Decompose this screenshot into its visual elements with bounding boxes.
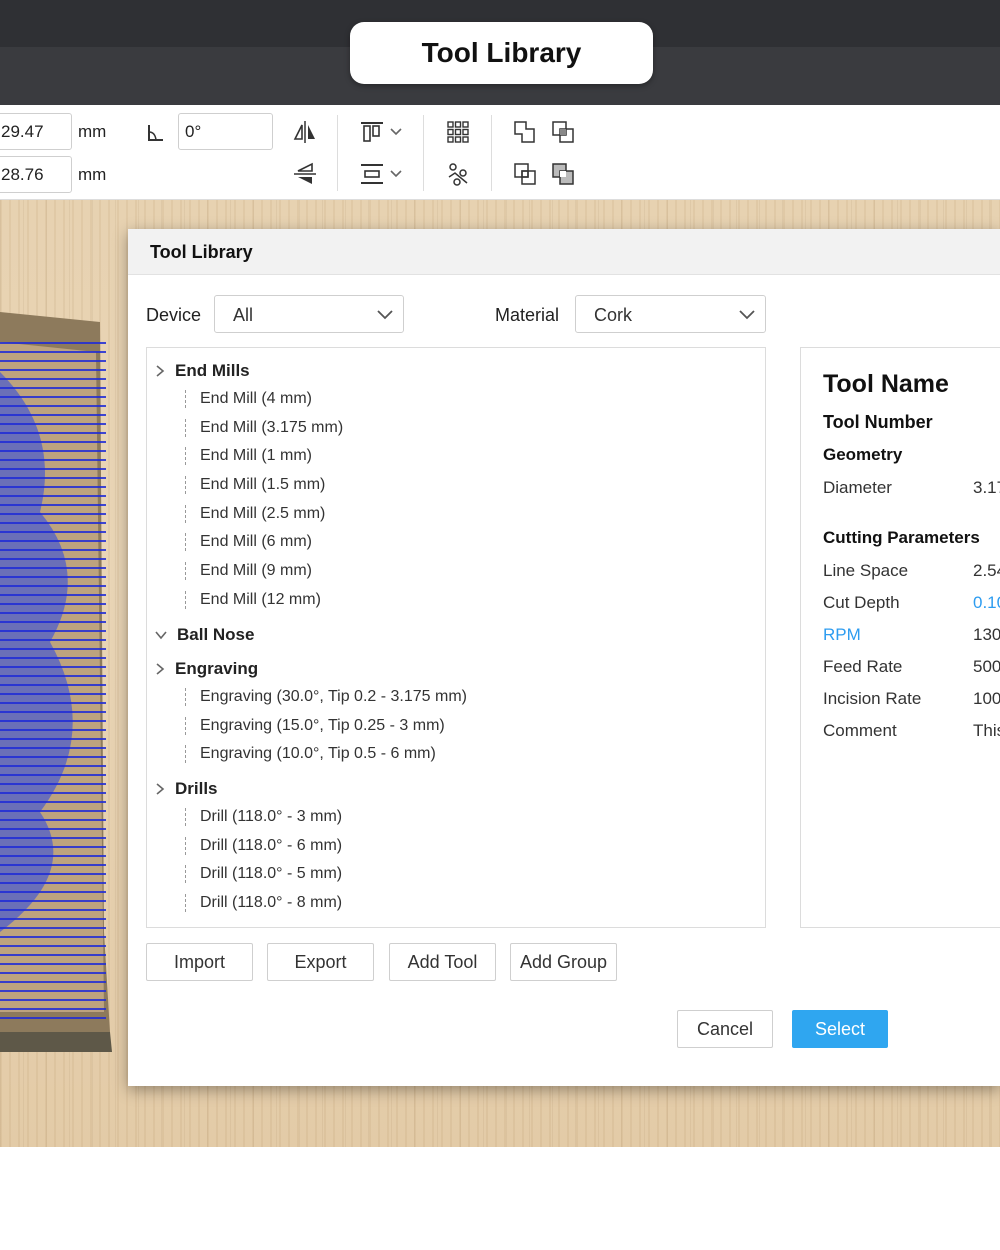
select-button[interactable]: Select — [792, 1010, 888, 1048]
toolpath-preview — [0, 312, 112, 1052]
tree-item[interactable]: End Mill (1.5 mm) — [185, 476, 325, 494]
tree-item[interactable]: End Mill (2.5 mm) — [185, 505, 325, 523]
chevron-right-icon — [156, 663, 165, 675]
line-space-value: 2.54 — [973, 561, 1000, 580]
chevron-down-icon — [377, 310, 393, 320]
flip-horizontal-icon[interactable] — [292, 119, 318, 145]
rotation-angle-input[interactable]: 0° — [178, 113, 273, 150]
union-icon[interactable] — [512, 119, 538, 145]
tree-item[interactable]: End Mill (9 mm) — [185, 562, 312, 580]
tree-group-ball-nose[interactable]: Ball Nose — [155, 625, 254, 645]
comment-label: Comment — [823, 721, 897, 740]
material-select[interactable]: Cork — [575, 295, 766, 333]
dialog-header: Tool Library — [128, 229, 1000, 275]
feed-rate-label: Feed Rate — [823, 657, 903, 676]
add-tool-button[interactable]: Add Tool — [389, 943, 496, 981]
tree-item[interactable]: Engraving (30.0°, Tip 0.2 - 3.175 mm) — [185, 688, 467, 706]
y-position-input[interactable]: 28.76 — [0, 156, 72, 193]
chevron-down-icon — [155, 631, 167, 640]
chevron-down-icon[interactable] — [390, 127, 402, 137]
material-select-value: Cork — [594, 305, 633, 325]
device-select-value: All — [233, 305, 254, 325]
tool-library-dialog: Tool Library Device All Material Cork En… — [128, 229, 1000, 1086]
tree-item[interactable]: End Mill (6 mm) — [185, 533, 312, 551]
incision-rate-value: 100 — [973, 689, 1000, 708]
cancel-button[interactable]: Cancel — [677, 1010, 773, 1048]
tree-item[interactable]: End Mill (12 mm) — [185, 591, 321, 609]
flip-vertical-icon[interactable] — [292, 161, 318, 187]
tree-item[interactable]: Engraving (15.0°, Tip 0.25 - 3 mm) — [185, 717, 445, 735]
tree-group-drills[interactable]: Drills — [155, 779, 218, 799]
tree-item[interactable]: Drill (118.0° - 8 mm) — [185, 894, 342, 912]
tool-number-heading: Tool Number — [823, 412, 933, 432]
tool-tree: End Mills End Mill (4 mm) End Mill (3.17… — [146, 347, 766, 928]
toolbar-separator — [423, 115, 424, 191]
import-button[interactable]: Import — [146, 943, 253, 981]
rpm-label[interactable]: RPM — [823, 625, 861, 645]
cut-depth-label: Cut Depth — [823, 593, 900, 612]
cutting-parameters-heading: Cutting Parameters — [823, 528, 980, 547]
tree-group-engraving[interactable]: Engraving — [155, 659, 258, 679]
tree-item[interactable]: End Mill (4 mm) — [185, 390, 312, 408]
angle-icon — [148, 125, 163, 141]
tree-group-end-mills[interactable]: End Mills — [155, 361, 250, 381]
cut-depth-value[interactable]: 0.10 — [973, 593, 1000, 613]
device-label: Device — [146, 305, 202, 325]
intersect-icon[interactable] — [512, 161, 538, 187]
comment-value: This — [973, 721, 1000, 740]
chevron-right-icon — [156, 365, 165, 377]
scatter-nodes-icon[interactable] — [445, 161, 471, 187]
material-label: Material — [495, 305, 560, 325]
device-select[interactable]: All — [214, 295, 404, 333]
toolbar-separator — [337, 115, 338, 191]
chevron-down-icon[interactable] — [390, 169, 402, 179]
rpm-value: 130 — [973, 625, 1000, 644]
tree-item[interactable]: Drill (118.0° - 3 mm) — [185, 808, 342, 826]
incision-rate-label: Incision Rate — [823, 689, 922, 708]
dialog-title: Tool Library — [150, 242, 253, 262]
app-header: Tool Library — [0, 0, 1000, 105]
y-unit-label: mm — [78, 165, 107, 184]
array-grid-icon[interactable] — [445, 119, 471, 145]
tree-item[interactable]: End Mill (1 mm) — [185, 447, 312, 465]
align-middle-icon[interactable] — [359, 161, 385, 187]
tree-item[interactable]: Drill (118.0° - 6 mm) — [185, 837, 342, 855]
diameter-value: 3.17 — [973, 478, 1000, 497]
tree-item[interactable]: End Mill (3.175 mm) — [185, 419, 343, 437]
page-title-banner: Tool Library — [350, 22, 653, 84]
line-space-label: Line Space — [823, 561, 909, 580]
x-unit-label: mm — [78, 122, 107, 141]
align-top-icon[interactable] — [359, 119, 385, 145]
chevron-right-icon — [156, 783, 165, 795]
subtract-icon[interactable] — [550, 119, 576, 145]
tree-item[interactable]: Engraving (10.0°, Tip 0.5 - 6 mm) — [185, 745, 436, 763]
exclude-icon[interactable] — [550, 161, 576, 187]
feed-rate-value: 500 — [973, 657, 1000, 676]
x-position-input[interactable]: 29.47 — [0, 113, 72, 150]
tool-details-panel: Tool Name Tool Number Geometry Diameter … — [800, 347, 1000, 928]
add-group-button[interactable]: Add Group — [510, 943, 617, 981]
tree-item[interactable]: Drill (118.0° - 5 mm) — [185, 865, 342, 883]
geometry-heading: Geometry — [823, 445, 903, 464]
toolbar-separator — [491, 115, 492, 191]
chevron-down-icon — [739, 310, 755, 320]
toolbar: 29.47 mm 28.76 mm 0° — [0, 105, 1000, 200]
export-button[interactable]: Export — [267, 943, 374, 981]
tool-name-heading: Tool Name — [823, 370, 949, 398]
diameter-label: Diameter — [823, 478, 892, 497]
